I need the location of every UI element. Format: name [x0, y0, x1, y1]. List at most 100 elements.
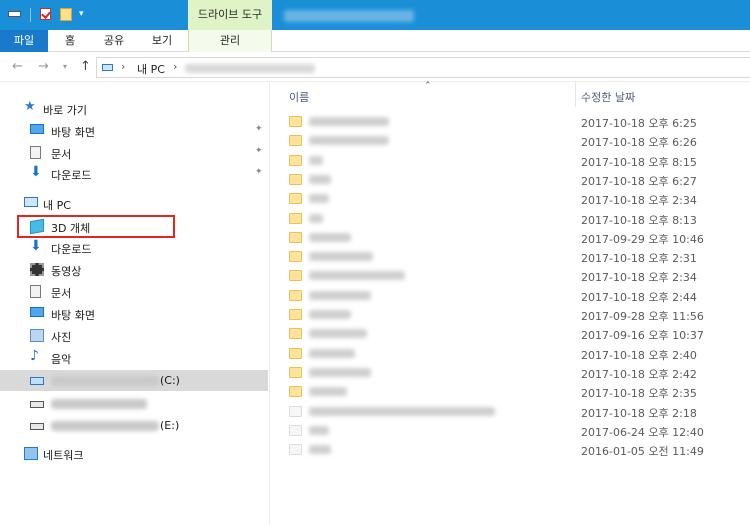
nav-downloads-pinned[interactable]: ⬇ 다운로드 ✦ [0, 163, 268, 184]
file-row[interactable]: 2017-10-18 오후 2:34 [271, 189, 750, 208]
drive-icon[interactable] [8, 11, 21, 17]
pin-icon[interactable]: ✦ [255, 146, 263, 156]
file-row[interactable]: 2017-10-18 오후 2:42 [271, 363, 750, 382]
file-row[interactable]: 2017-10-18 오후 2:31 [271, 247, 750, 266]
file-row[interactable]: 2017-09-16 오후 10:37 [271, 324, 750, 343]
nav-drive-d[interactable] [0, 393, 268, 414]
file-date-modified: 2017-10-18 오후 2:34 [581, 271, 697, 285]
tab-home[interactable]: 홈 [54, 30, 86, 52]
column-header-name[interactable]: 이름 [289, 89, 309, 105]
folder-icon [289, 251, 302, 263]
pin-icon[interactable]: ✦ [255, 167, 263, 177]
new-folder-icon[interactable] [60, 8, 72, 21]
tab-file[interactable]: 파일 [0, 30, 48, 52]
file-date-modified: 2017-09-28 오후 11:56 [581, 310, 704, 323]
desktop-icon [30, 124, 44, 134]
nav-music[interactable]: ♪ 음악 [0, 347, 268, 368]
nav-label: 바탕 화면 [51, 126, 95, 139]
file-row[interactable]: 2017-09-29 오후 10:46 [271, 228, 750, 247]
tab-view[interactable]: 보기 [142, 30, 182, 52]
properties-icon[interactable] [40, 8, 51, 20]
file-name [309, 425, 329, 435]
nav-desktop-pinned[interactable]: 바탕 화면 ✦ [0, 120, 268, 141]
nav-quick-access[interactable]: ★ 바로 가기 [0, 98, 268, 119]
pin-icon[interactable]: ✦ [255, 124, 263, 134]
file-name [309, 387, 347, 397]
divider [30, 8, 31, 22]
nav-downloads[interactable]: ⬇ 다운로드 [0, 237, 268, 258]
nav-videos[interactable]: 동영상 [0, 259, 268, 280]
file-name [309, 348, 355, 358]
file-date-modified: 2017-10-18 오후 2:18 [581, 406, 697, 420]
ribbon-tabs: 파일 홈 공유 보기 관리 [0, 30, 750, 52]
file-name [309, 271, 405, 281]
nav-label: 바로 가기 [43, 104, 87, 117]
nav-documents-pinned[interactable]: 문서 ✦ [0, 142, 268, 163]
file-date-modified: 2017-10-18 오후 2:44 [581, 290, 697, 304]
file-row[interactable]: 2017-10-18 오후 2:18 [271, 402, 750, 421]
forward-arrow-icon[interactable]: → [38, 59, 49, 74]
nav-label: 다운로드 [51, 243, 92, 256]
folder-icon [289, 173, 302, 185]
file-row[interactable]: 2017-10-18 오후 2:44 [271, 286, 750, 305]
folder-icon [289, 347, 302, 359]
star-icon: ★ [24, 99, 36, 114]
folder-icon [289, 366, 302, 378]
tab-manage[interactable]: 관리 [188, 30, 272, 52]
file-row[interactable]: 2017-10-18 오후 6:26 [271, 131, 750, 150]
file-date-modified: 2017-10-18 오후 6:26 [581, 136, 697, 150]
file-row[interactable]: 2017-09-28 오후 11:56 [271, 305, 750, 324]
file-name [309, 232, 351, 242]
file-row[interactable]: 2017-10-18 오후 2:34 [271, 266, 750, 285]
chevron-right-icon[interactable]: › [173, 60, 177, 73]
nav-label: 다운로드 [51, 169, 92, 182]
nav-label: 내 PC [43, 199, 71, 212]
file-date-modified: 2017-09-29 오후 10:46 [581, 232, 704, 246]
folder-icon [289, 289, 302, 301]
chevron-right-icon[interactable]: › [121, 60, 125, 73]
file-row[interactable]: 2017-10-18 오후 8:13 [271, 209, 750, 228]
column-divider[interactable] [575, 82, 576, 107]
file-row[interactable]: 2017-10-18 오후 2:35 [271, 382, 750, 401]
file-row[interactable]: 2017-06-24 오후 12:40 [271, 421, 750, 440]
breadcrumb-drive[interactable] [185, 64, 315, 73]
file-row[interactable]: 2017-10-18 오후 6:27 [271, 170, 750, 189]
file-name [309, 117, 389, 126]
file-date-modified: 2017-10-18 오후 2:34 [581, 194, 697, 208]
file-date-modified: 2017-10-18 오후 6:27 [581, 174, 697, 188]
navigation-pane: ★ 바로 가기 바탕 화면 ✦ 문서 ✦ ⬇ 다운로드 ✦ 내 PC 3D 개체… [0, 82, 270, 525]
address-bar[interactable]: › 내 PC › [96, 57, 750, 78]
nav-drive-e[interactable]: (E:) [0, 415, 268, 436]
file-name [309, 310, 351, 319]
back-arrow-icon[interactable]: ← [12, 59, 23, 74]
nav-drive-c[interactable]: (C:) [0, 370, 268, 391]
folder-icon [289, 231, 302, 243]
file-list: ⌃ 이름 수정한 날짜 2017-10-18 오후 6:25 2017-10-18… [271, 81, 750, 525]
file-row[interactable]: 2017-10-18 오후 2:40 [271, 344, 750, 363]
nav-this-pc[interactable]: 내 PC [0, 193, 268, 214]
file-row[interactable]: 2016-01-05 오전 11:49 [271, 440, 750, 459]
nav-label: 음악 [51, 353, 72, 366]
file-row[interactable]: 2017-10-18 오후 6:25 [271, 112, 750, 131]
file-icon [289, 444, 302, 456]
download-arrow-icon: ⬇ [30, 238, 42, 254]
nav-desktop[interactable]: 바탕 화면 [0, 303, 268, 324]
file-date-modified: 2017-10-18 오후 2:35 [581, 387, 697, 401]
customize-toolbar-icon[interactable]: ▾ [79, 9, 91, 21]
document-icon [30, 285, 41, 298]
nav-pictures[interactable]: 사진 [0, 325, 268, 346]
tab-share[interactable]: 공유 [94, 30, 134, 52]
nav-network[interactable]: 네트워크 [0, 443, 268, 464]
file-name [309, 213, 323, 223]
nav-documents[interactable]: 문서 [0, 281, 268, 302]
up-arrow-icon[interactable]: ↑ [80, 59, 91, 74]
column-header-date-modified[interactable]: 수정한 날짜 [581, 89, 635, 105]
breadcrumb-this-pc[interactable]: 내 PC [137, 61, 165, 77]
drive-icon [30, 423, 44, 430]
folder-icon [289, 135, 302, 147]
recent-locations-chevron-icon[interactable]: ▾ [63, 62, 67, 71]
file-row[interactable]: 2017-10-18 오후 8:15 [271, 151, 750, 170]
file-date-modified: 2017-10-18 오후 2:40 [581, 348, 697, 362]
desktop-icon [30, 307, 44, 317]
nav-label: 사진 [51, 331, 72, 344]
